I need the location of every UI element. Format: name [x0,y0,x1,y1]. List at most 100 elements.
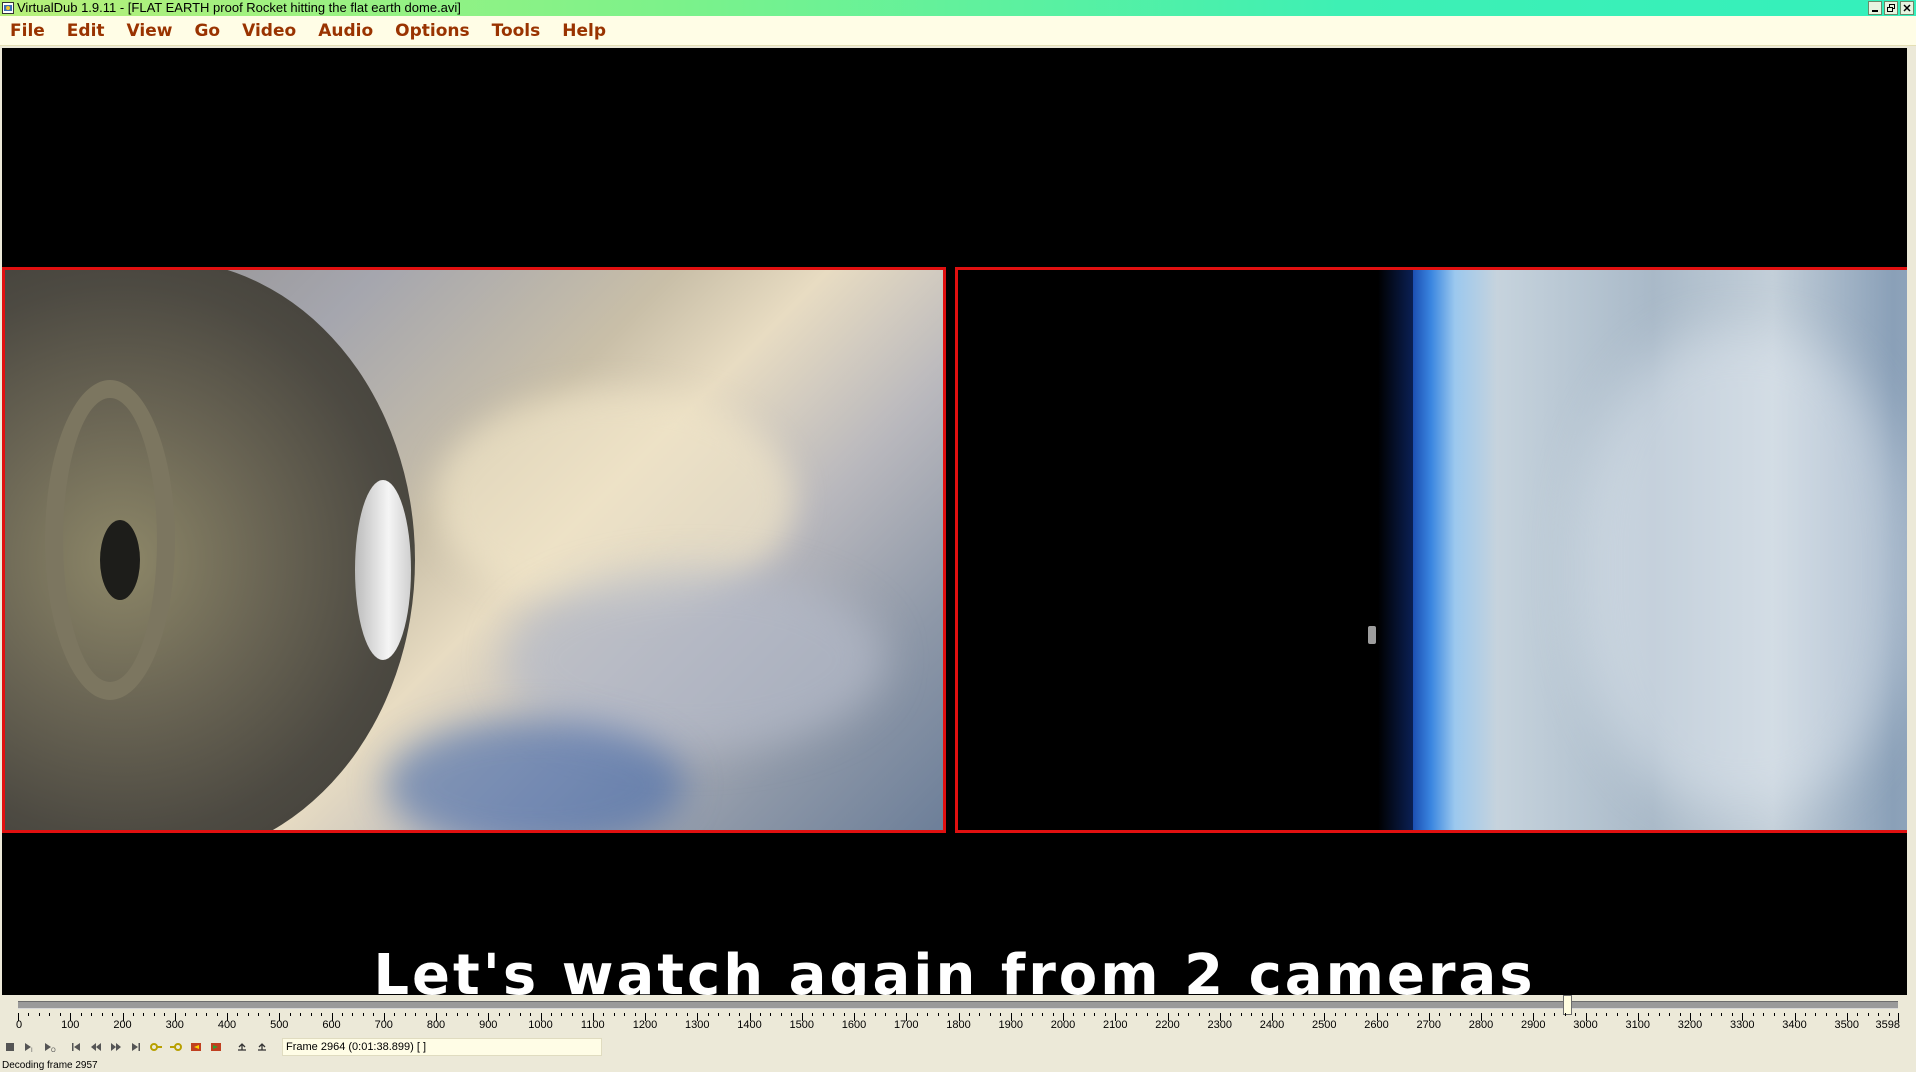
timeline-minor-tick [1491,1013,1493,1016]
menu-edit[interactable]: Edit [56,16,116,46]
timeline-minor-tick [289,1013,291,1016]
prev-key-button[interactable] [146,1037,166,1057]
svg-text:O: O [51,1048,56,1053]
timeline-minor-tick [300,1013,302,1016]
timeline-tick-label: 3100 [1625,1019,1651,1031]
timeline-minor-tick [38,1013,40,1016]
timeline-minor-tick [1564,1013,1566,1016]
stop-button[interactable] [0,1037,20,1057]
mark-in-button[interactable] [232,1037,252,1057]
timeline-minor-tick [1313,1013,1315,1016]
menu-tools[interactable]: Tools [481,16,552,46]
next-frame-button[interactable] [106,1037,126,1057]
timeline-minor-tick [916,1013,918,1016]
menu-video[interactable]: Video [231,16,307,46]
play-input-icon: I [25,1043,33,1053]
timeline-tick-label: 1100 [580,1019,605,1031]
menu-options[interactable]: Options [384,16,480,46]
timeline-minor-tick [739,1013,741,1016]
restore-icon [1887,4,1895,12]
timeline-tick-label: 2600 [1364,1019,1389,1031]
video-pane[interactable]: Let's watch again from 2 cameras [2,48,1907,995]
timeline-minor-tick [686,1013,688,1016]
timeline-minor-tick [822,1013,824,1016]
end-button[interactable] [126,1037,146,1057]
timeline-minor-tick [477,1013,479,1016]
next-scene-button[interactable] [206,1037,226,1057]
timeline-minor-tick [258,1013,260,1016]
rocket-window [355,480,411,660]
timeline-minor-tick [812,1013,814,1016]
menu-help[interactable]: Help [551,16,617,46]
timeline-thumb[interactable] [1562,995,1572,1015]
timeline-minor-tick [989,1013,991,1016]
menu-view[interactable]: View [116,16,184,46]
timeline-minor-tick [1386,1013,1388,1016]
rocket-port [100,520,140,600]
timeline-minor-tick [1669,1013,1671,1016]
timeline-minor-tick [1449,1013,1451,1016]
timeline-tick-label: 2800 [1468,1019,1494,1031]
menu-file[interactable]: File [0,16,56,46]
timeline-tick-label: 100 [61,1019,80,1031]
timeline-tick-label: 300 [165,1019,184,1031]
title-bar: VirtualDub 1.9.11 - [FLAT EARTH proof Ro… [0,0,1916,16]
timeline-minor-tick [28,1013,30,1016]
timeline-minor-tick [1031,1013,1033,1016]
mark-out-button[interactable] [252,1037,272,1057]
timeline-minor-tick [1209,1013,1211,1016]
timeline-minor-tick [676,1013,678,1016]
timeline-minor-tick [1825,1013,1827,1016]
timeline-minor-tick [498,1013,500,1016]
start-button[interactable] [66,1037,86,1057]
play-input-button[interactable]: I [20,1037,40,1057]
timeline-minor-tick [979,1013,981,1016]
timeline-minor-tick [321,1013,323,1016]
timeline-minor-tick [665,1013,667,1016]
prev-scene-icon [191,1043,201,1051]
window-title: VirtualDub 1.9.11 - [FLAT EARTH proof Ro… [17,0,461,15]
timeline-minor-tick [1512,1013,1514,1016]
timeline-minor-tick [1198,1013,1200,1016]
timeline-minor-tick [550,1013,552,1016]
timeline-tick-label: 1900 [998,1019,1024,1031]
timeline-minor-tick [1334,1013,1336,1016]
timeline-minor-tick [1407,1013,1409,1016]
prev-scene-button[interactable] [186,1037,206,1057]
timeline-minor-tick [1710,1013,1712,1016]
end-icon [132,1043,140,1051]
timeline-minor-tick [1731,1013,1733,1016]
timeline-minor-tick [1052,1013,1054,1016]
virtualdub-app-icon[interactable] [1,1,15,15]
timeline-minor-tick [937,1013,939,1016]
timeline[interactable]: 0 100 200 300 400 500 600 700 800 900 1000 1100 1200… [0,995,1916,1035]
close-button[interactable] [1900,1,1914,15]
timeline-minor-tick [509,1013,511,1016]
timeline-tick-label: 600 [322,1019,341,1031]
restore-button[interactable] [1884,1,1898,15]
next-key-button[interactable] [166,1037,186,1057]
menu-audio[interactable]: Audio [307,16,384,46]
menu-go[interactable]: Go [183,16,231,46]
timeline-tick-label: 800 [426,1019,446,1031]
timeline-minor-tick [49,1013,51,1016]
timeline-tick-label: 2100 [1103,1019,1128,1031]
prev-frame-button[interactable] [86,1037,106,1057]
timeline-minor-tick [571,1013,573,1016]
timeline-minor-tick [582,1013,584,1016]
timeline-minor-tick [1240,1013,1242,1016]
timeline-minor-tick [1251,1013,1253,1016]
timeline-minor-tick [1700,1013,1702,1016]
prev-key-icon [150,1043,162,1051]
playback-toolbar: I O Frame 2964 (0:01:38.899) [ ] [0,1035,1916,1059]
timeline-minor-tick [1784,1013,1786,1016]
timeline-minor-tick [1752,1013,1754,1016]
frame-position-display[interactable]: Frame 2964 (0:01:38.899) [ ] [282,1038,602,1056]
play-output-button[interactable]: O [40,1037,60,1057]
timeline-track[interactable] [18,1001,1898,1009]
timeline-minor-tick [1083,1013,1085,1016]
timeline-minor-tick [1888,1013,1890,1016]
minimize-button[interactable] [1868,1,1882,15]
timeline-minor-tick [1867,1013,1869,1016]
play-output-icon: O [45,1043,56,1053]
